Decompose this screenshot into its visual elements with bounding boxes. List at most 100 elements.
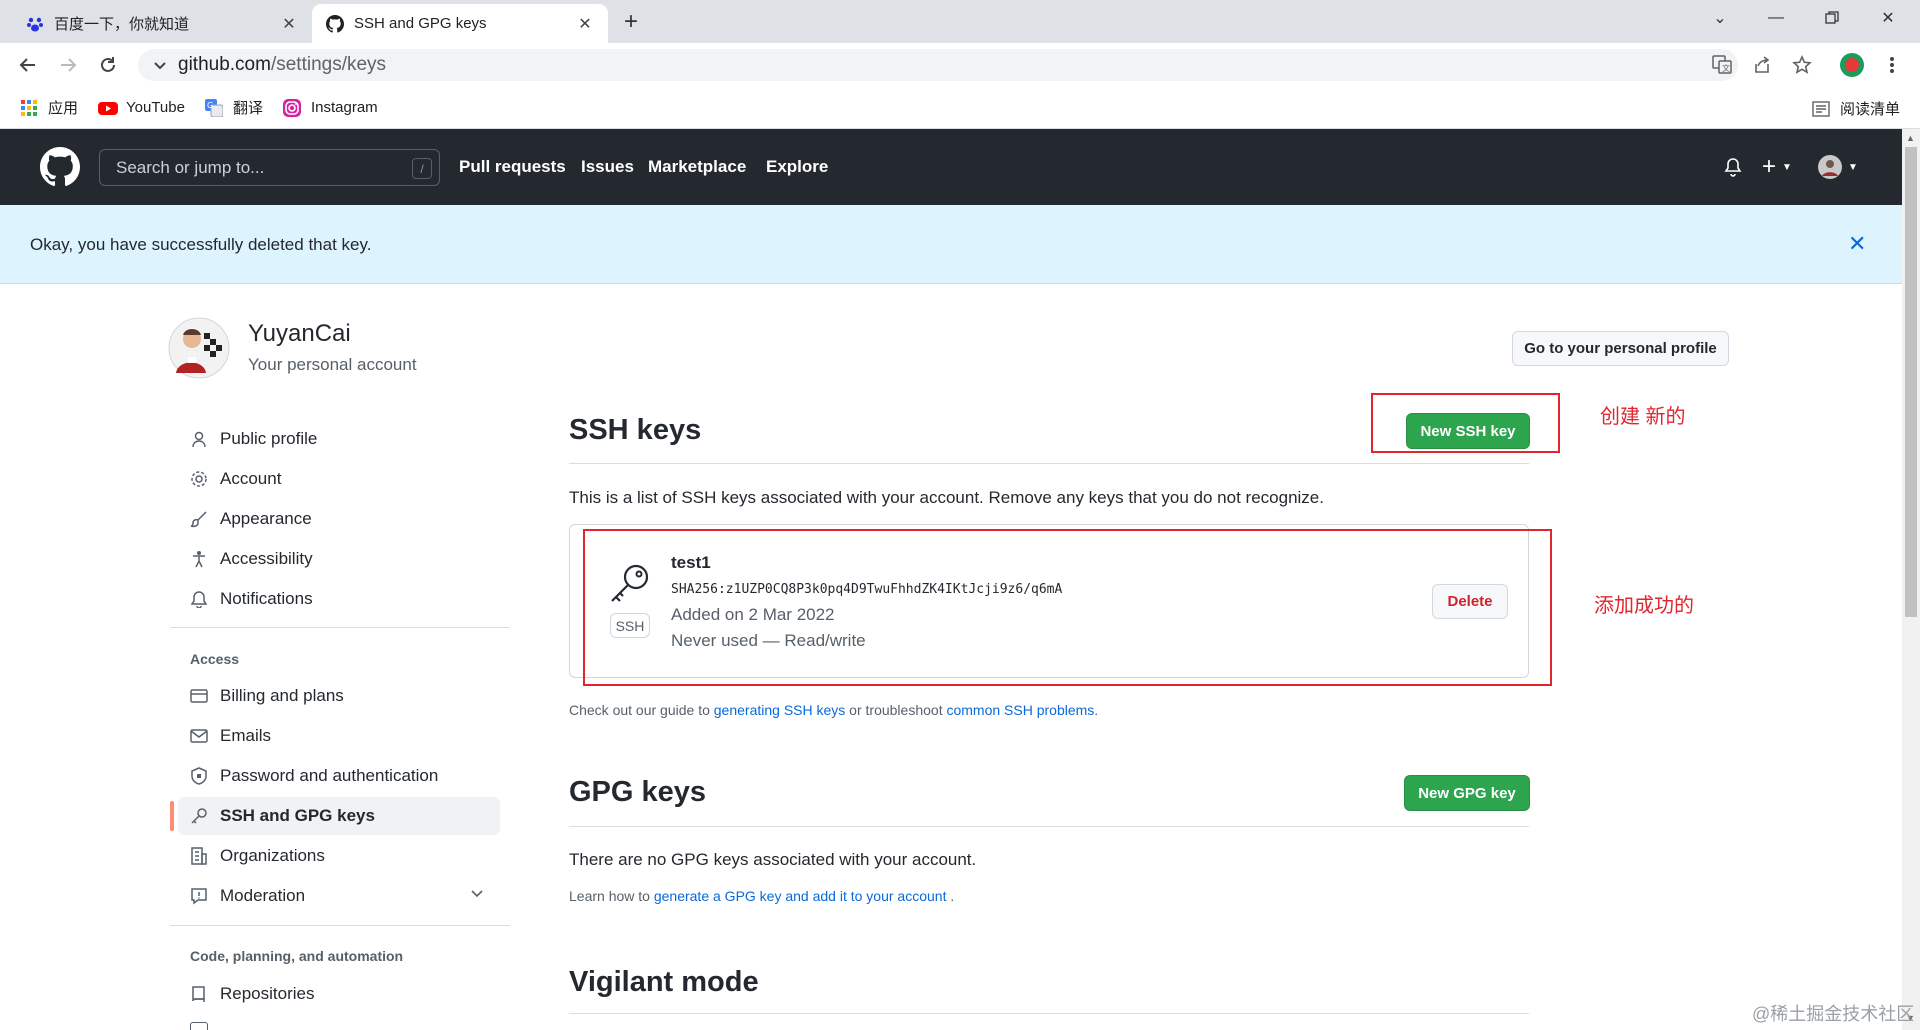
ssh-description: This is a list of SSH keys associated wi…: [569, 488, 1324, 507]
translate-page-icon[interactable]: 文: [1712, 54, 1732, 74]
bookmark-translate[interactable]: G 翻译: [204, 97, 263, 118]
browser-menu-icon[interactable]: [1878, 51, 1906, 79]
restore-icon[interactable]: [1804, 0, 1860, 36]
sidebar-item-label: Moderation: [220, 886, 306, 905]
annotation-label-new: 创建 新的: [1600, 406, 1686, 428]
account-name: YuyanCai: [248, 320, 351, 347]
sidebar-item-organizations[interactable]: Organizations: [178, 837, 500, 875]
sidebar-heading-access: Access: [190, 651, 240, 667]
section-divider: [569, 826, 1529, 827]
profile-avatar-icon[interactable]: [1838, 51, 1866, 79]
sidebar-item-account[interactable]: Account: [178, 460, 500, 498]
bookmark-youtube[interactable]: YouTube: [98, 99, 185, 117]
avatar[interactable]: [168, 317, 230, 379]
address-bar: github.com/settings/keys 文: [0, 43, 1920, 87]
nav-pull-requests[interactable]: Pull requests: [459, 157, 566, 177]
tab-title: SSH and GPG keys: [354, 15, 487, 32]
nav-issues[interactable]: Issues: [581, 157, 634, 177]
generating-ssh-keys-link[interactable]: generating SSH keys: [714, 702, 846, 718]
bookmark-instagram[interactable]: Instagram: [282, 98, 378, 117]
paintbrush-icon: [190, 510, 208, 528]
back-icon[interactable]: [14, 51, 42, 79]
note-text: .: [1094, 702, 1099, 718]
sidebar-item-label: Appearance: [220, 509, 312, 528]
sidebar-item-appearance[interactable]: Appearance: [178, 500, 500, 538]
close-icon[interactable]: ✕: [1848, 231, 1866, 257]
tab-baidu[interactable]: 百度一下，你就知道 ✕: [12, 4, 312, 43]
youtube-icon: [98, 99, 119, 117]
sidebar-item-billing[interactable]: Billing and plans: [178, 677, 500, 715]
new-gpg-key-button[interactable]: New GPG key: [1404, 775, 1530, 811]
sidebar-item-repositories[interactable]: Repositories: [178, 975, 500, 1013]
svg-text:G: G: [207, 101, 213, 110]
user-menu[interactable]: ▼: [1818, 155, 1858, 179]
sidebar-item-public-profile[interactable]: Public profile: [178, 420, 500, 458]
annotation-box-added-key: [583, 529, 1552, 686]
ssh-keys-title: SSH keys: [569, 414, 702, 446]
bookmark-label: 应用: [48, 100, 79, 117]
sidebar-item-notifications[interactable]: Notifications: [178, 580, 500, 618]
reload-icon[interactable]: [94, 51, 122, 79]
sidebar-item-label: Account: [220, 469, 282, 488]
generate-gpg-key-link[interactable]: generate a GPG key and add it to your ac…: [654, 888, 947, 904]
share-icon[interactable]: [1748, 51, 1776, 79]
sidebar-item-accessibility[interactable]: Accessibility: [178, 540, 500, 578]
forward-icon[interactable]: [54, 51, 82, 79]
sidebar-item-ssh-gpg-keys[interactable]: SSH and GPG keys: [178, 797, 500, 835]
repo-icon: [190, 985, 208, 1003]
close-icon[interactable]: ✕: [576, 15, 594, 33]
reading-list[interactable]: 阅读清单: [1812, 98, 1900, 119]
vigilant-mode-title: Vigilant mode: [569, 966, 759, 998]
go-to-profile-button[interactable]: Go to your personal profile: [1512, 331, 1729, 366]
mail-icon: [190, 727, 208, 745]
accessibility-icon: [190, 550, 208, 568]
caret-down-icon: ▼: [1848, 161, 1858, 173]
tab-ssh-gpg-keys[interactable]: SSH and GPG keys ✕: [312, 4, 608, 43]
sidebar-item-label: Organizations: [220, 846, 325, 865]
sidebar-heading-code: Code, planning, and automation: [190, 948, 404, 964]
sidebar-item-label: Emails: [220, 726, 272, 745]
bell-icon[interactable]: [1724, 157, 1742, 177]
caret-down-icon: ▼: [1782, 161, 1792, 173]
apps-grid-icon: [20, 99, 38, 117]
url-path: /settings/keys: [270, 54, 387, 75]
window-close-icon[interactable]: ✕: [1860, 0, 1916, 36]
sidebar-item-label: Notifications: [220, 589, 313, 608]
bell-icon: [190, 590, 208, 608]
url-field[interactable]: github.com/settings/keys 文: [138, 49, 1738, 81]
common-ssh-problems-link[interactable]: common SSH problems: [946, 702, 1094, 718]
gear-icon: [190, 470, 208, 488]
plus-icon: +: [1762, 153, 1777, 180]
site-info-icon[interactable]: [152, 55, 168, 75]
sidebar-item-emails[interactable]: Emails: [178, 717, 500, 755]
bookmark-star-icon[interactable]: [1788, 51, 1816, 79]
tab-search-icon[interactable]: ⌄: [1692, 0, 1748, 36]
search-input[interactable]: Search or jump to... /: [99, 149, 440, 186]
nav-marketplace[interactable]: Marketplace: [648, 157, 746, 177]
sidebar-divider: [170, 627, 510, 628]
chevron-down-icon[interactable]: [470, 886, 484, 900]
scrollbar-thumb[interactable]: [1905, 147, 1917, 617]
sidebar-item-password-auth[interactable]: Password and authentication: [178, 757, 500, 795]
page-scrollbar[interactable]: ▲ ▼: [1902, 129, 1920, 1030]
minimize-icon[interactable]: —: [1748, 0, 1804, 36]
svg-text:文: 文: [1722, 63, 1730, 73]
github-icon: [326, 14, 344, 33]
selected-indicator: [170, 801, 174, 831]
nav-explore[interactable]: Explore: [766, 157, 828, 177]
gpg-learn-note: Learn how to generate a GPG key and add …: [569, 888, 954, 904]
note-text: or troubleshoot: [845, 702, 947, 718]
note-text: .: [946, 888, 955, 904]
github-logo-icon[interactable]: [40, 147, 80, 187]
bookmark-apps[interactable]: 应用: [20, 97, 78, 118]
close-icon[interactable]: ✕: [280, 15, 298, 33]
browser-tab-strip: 百度一下，你就知道 ✕ SSH and GPG keys ✕ + ⌄ — ✕: [0, 0, 1920, 43]
sidebar-item-label: Accessibility: [220, 549, 313, 568]
sidebar-item-label: Public profile: [220, 429, 318, 448]
search-placeholder: Search or jump to...: [116, 157, 265, 177]
new-tab-icon[interactable]: +: [624, 8, 638, 36]
create-new-menu[interactable]: + ▼: [1762, 155, 1792, 179]
scroll-up-icon[interactable]: ▲: [1906, 133, 1915, 143]
sidebar-item-moderation[interactable]: Moderation: [178, 877, 500, 915]
section-divider: [569, 1013, 1529, 1014]
